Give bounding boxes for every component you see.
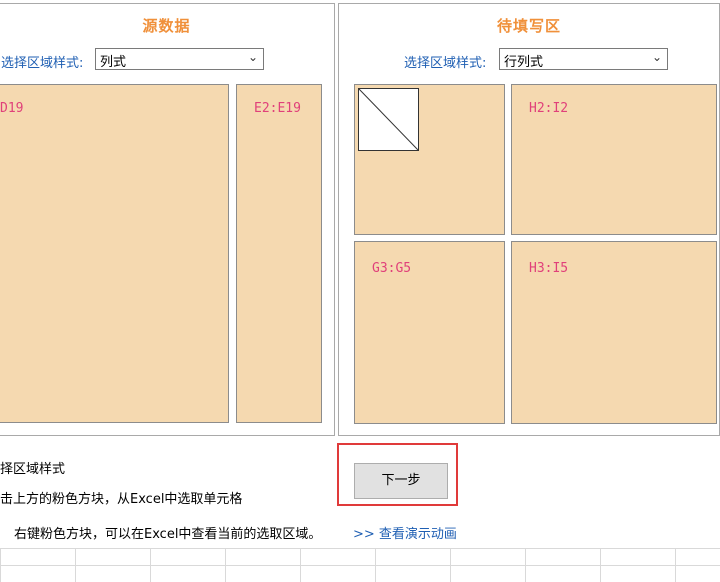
diagonal-line-icon	[358, 88, 419, 151]
hint-line-1: 择区域样式	[0, 462, 66, 477]
target-style-value: 行列式	[504, 55, 544, 70]
dialog-window: 源数据 选择区域样式: 列式 ⌄ D19 E2:E19 待填写区 选择区域样式:…	[0, 0, 720, 582]
target-area-panel: 待填写区 选择区域样式: 行列式 ⌄ H2:I2 G3:G5 H3:I5	[338, 3, 720, 436]
range-label: E2:E19	[254, 101, 301, 116]
corner-cell	[358, 88, 419, 151]
source-panel-title: 源数据	[142, 17, 191, 35]
source-range-box-2[interactable]: E2:E19	[236, 84, 322, 423]
chevron-down-icon: ⌄	[247, 50, 258, 64]
target-style-label: 选择区域样式:	[404, 56, 487, 71]
range-label: H3:I5	[529, 261, 569, 276]
hint-line-3: 右键粉色方块，可以在Excel中查看当前的选取区域。	[14, 527, 322, 542]
source-style-value: 列式	[100, 55, 127, 70]
target-style-select[interactable]: 行列式 ⌄	[499, 48, 668, 70]
source-style-select[interactable]: 列式 ⌄	[95, 48, 264, 70]
next-step-button[interactable]: 下一步	[354, 463, 448, 499]
range-label: H2:I2	[529, 101, 569, 116]
range-label: G3:G5	[372, 261, 412, 276]
target-range-box-h3i5[interactable]: H3:I5	[511, 241, 717, 424]
spreadsheet-grid	[0, 548, 720, 582]
demo-animation-link[interactable]: >> 查看演示动画	[353, 523, 457, 542]
target-range-box-g3g5[interactable]: G3:G5	[354, 241, 505, 424]
target-panel-title: 待填写区	[496, 17, 561, 35]
hint-line-2: 击上方的粉色方块，从Excel中选取单元格	[0, 492, 243, 507]
range-label: D19	[0, 101, 24, 116]
source-range-box-1[interactable]: D19	[0, 84, 229, 423]
source-style-label: 选择区域样式:	[1, 56, 84, 71]
source-data-panel: 源数据 选择区域样式: 列式 ⌄ D19 E2:E19	[0, 3, 335, 436]
chevron-down-icon: ⌄	[651, 50, 662, 64]
target-range-box-h2i2[interactable]: H2:I2	[511, 84, 717, 235]
target-corner-box[interactable]	[354, 84, 505, 235]
